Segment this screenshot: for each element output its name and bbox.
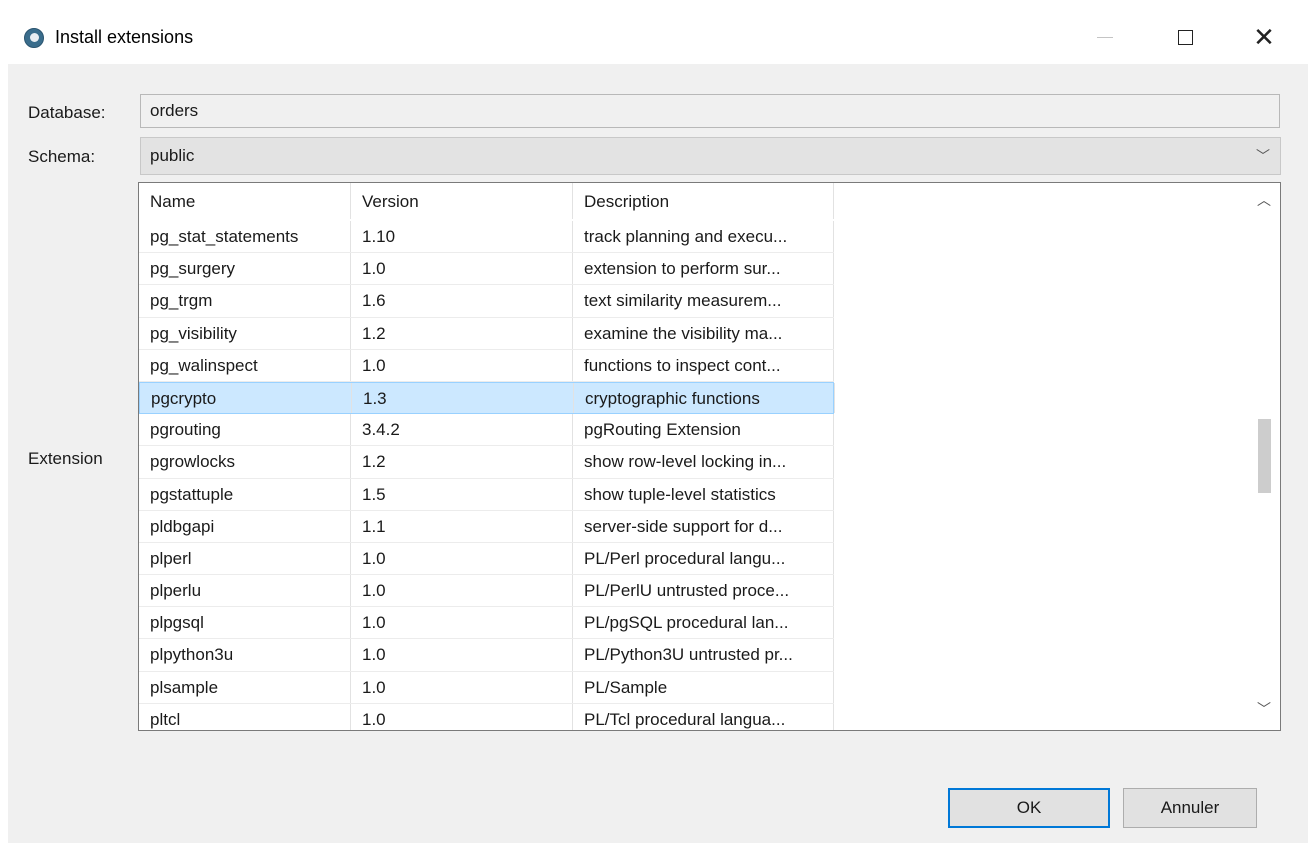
maximize-button[interactable]	[1162, 14, 1208, 60]
cell-name: pg_trgm	[139, 285, 351, 317]
cell-version: 1.0	[351, 703, 573, 730]
database-field: orders	[140, 94, 1280, 128]
cell-description: show row-level locking in...	[573, 446, 834, 478]
cell-name: pg_walinspect	[139, 349, 351, 381]
cell-name: pg_visibility	[139, 317, 351, 349]
cell-version: 1.6	[351, 285, 573, 317]
schema-label: Schema:	[28, 147, 96, 166]
app-logo-icon	[24, 28, 44, 48]
cell-version: 1.0	[351, 542, 573, 575]
vertical-scrollbar[interactable]: ︿ ﹀	[1248, 183, 1280, 730]
extension-label: Extension	[28, 449, 103, 468]
minimize-icon	[1097, 36, 1113, 38]
cell-name: pgrowlocks	[139, 446, 351, 478]
cell-name: plperlu	[139, 575, 351, 607]
cell-name: pgrouting	[139, 414, 351, 446]
cell-name: pldbgapi	[139, 510, 351, 542]
chevron-down-icon[interactable]: ﹀	[1248, 694, 1280, 724]
cell-version: 1.0	[351, 607, 573, 639]
cell-description: PL/Sample	[573, 671, 834, 703]
cell-version: 1.2	[351, 317, 573, 349]
column-header-version[interactable]: Version	[351, 183, 573, 219]
table-row[interactable]: pgrowlocks 1.2 show row-level locking in..…	[139, 446, 834, 479]
cell-name: pgcrypto	[140, 382, 352, 414]
column-header-description[interactable]: Description	[573, 183, 834, 219]
table-body: pg_stat_statements 1.10 track planning and…	[139, 221, 1249, 730]
chevron-down-icon: ﹀	[1256, 148, 1270, 164]
cell-description: show tuple-level statistics	[573, 478, 834, 510]
cell-description: PL/Perl procedural langu...	[573, 542, 834, 575]
cell-description: extension to perform sur...	[573, 253, 834, 285]
cell-version: 1.10	[351, 221, 573, 253]
database-label: Database:	[28, 103, 106, 122]
cell-version: 1.1	[351, 510, 573, 542]
extensions-table[interactable]: Name Version Description pg_stat_stateme…	[138, 182, 1281, 731]
dialog-body: Database: orders Schema: public ﹀ Extens…	[8, 64, 1308, 843]
cell-description: PL/Tcl procedural langua...	[573, 703, 834, 730]
cell-description: pgRouting Extension	[573, 414, 834, 446]
cell-name: pg_surgery	[139, 253, 351, 285]
cell-name: pgstattuple	[139, 478, 351, 510]
cancel-button[interactable]: Annuler	[1123, 788, 1257, 828]
cell-description: server-side support for d...	[573, 510, 834, 542]
table-row[interactable]: pgcrypto 1.3 cryptographic functions	[139, 381, 835, 415]
scrollbar-thumb[interactable]	[1258, 419, 1271, 493]
minimize-button[interactable]	[1082, 14, 1128, 60]
cell-description: functions to inspect cont...	[573, 349, 834, 381]
cell-description: text similarity measurem...	[573, 285, 834, 317]
table-row[interactable]: plpgsql 1.0 PL/pgSQL procedural lan...	[139, 607, 834, 640]
cell-description: PL/PerlU untrusted proce...	[573, 575, 834, 607]
table-row[interactable]: plpython3u 1.0 PL/Python3U untrusted pr...	[139, 639, 834, 672]
table-row[interactable]: plperl 1.0 PL/Perl procedural langu...	[139, 542, 834, 576]
cell-version: 1.2	[351, 446, 573, 478]
cell-version: 1.3	[352, 382, 574, 414]
close-button[interactable]: ✕	[1241, 14, 1287, 60]
cell-name: plsample	[139, 671, 351, 703]
table-header: Name Version Description	[139, 183, 1249, 221]
table-row[interactable]: pgrouting 3.4.2 pgRouting Extension	[139, 414, 834, 447]
ok-button[interactable]: OK	[948, 788, 1110, 828]
cell-description: cryptographic functions	[574, 382, 835, 414]
window-title: Install extensions	[55, 27, 194, 47]
table-row[interactable]: pg_visibility 1.2 examine the visibility m…	[139, 317, 834, 350]
table-row[interactable]: pg_stat_statements 1.10 track planning and…	[139, 221, 834, 254]
column-header-name[interactable]: Name	[139, 183, 351, 219]
cell-name: pltcl	[139, 703, 351, 730]
cell-name: plperl	[139, 542, 351, 575]
cell-description: PL/pgSQL procedural lan...	[573, 607, 834, 639]
cell-description: track planning and execu...	[573, 221, 834, 253]
cell-version: 1.0	[351, 575, 573, 607]
cell-name: plpython3u	[139, 639, 351, 671]
table-row[interactable]: pltcl 1.0 PL/Tcl procedural langua...	[139, 703, 834, 730]
cell-version: 1.0	[351, 253, 573, 285]
cell-version: 3.4.2	[351, 414, 573, 446]
title-bar: Install extensions ✕	[0, 0, 1308, 64]
cell-name: plpgsql	[139, 607, 351, 639]
table-row[interactable]: plsample 1.0 PL/Sample	[139, 671, 834, 704]
close-icon: ✕	[1253, 21, 1275, 52]
maximize-icon	[1177, 29, 1193, 45]
table-row[interactable]: pg_walinspect 1.0 functions to inspect con…	[139, 349, 834, 382]
cell-version: 1.0	[351, 639, 573, 671]
cell-description: PL/Python3U untrusted pr...	[573, 639, 834, 671]
cell-version: 1.0	[351, 671, 573, 703]
table-row[interactable]: plperlu 1.0 PL/PerlU untrusted proce...	[139, 575, 834, 608]
chevron-up-icon[interactable]: ︿	[1248, 185, 1280, 215]
table-row[interactable]: pgstattuple 1.5 show tuple-level statistic…	[139, 478, 834, 511]
cell-name: pg_stat_statements	[139, 221, 351, 253]
cell-version: 1.0	[351, 349, 573, 381]
table-row[interactable]: pg_surgery 1.0 extension to perform sur...	[139, 253, 834, 286]
cell-version: 1.5	[351, 478, 573, 510]
table-row[interactable]: pg_trgm 1.6 text similarity measurem...	[139, 285, 834, 318]
table-row[interactable]: pldbgapi 1.1 server-side support for d...	[139, 510, 834, 543]
schema-dropdown[interactable]: public ﹀	[140, 137, 1281, 175]
cell-description: examine the visibility ma...	[573, 317, 834, 349]
schema-value: public	[150, 146, 195, 165]
